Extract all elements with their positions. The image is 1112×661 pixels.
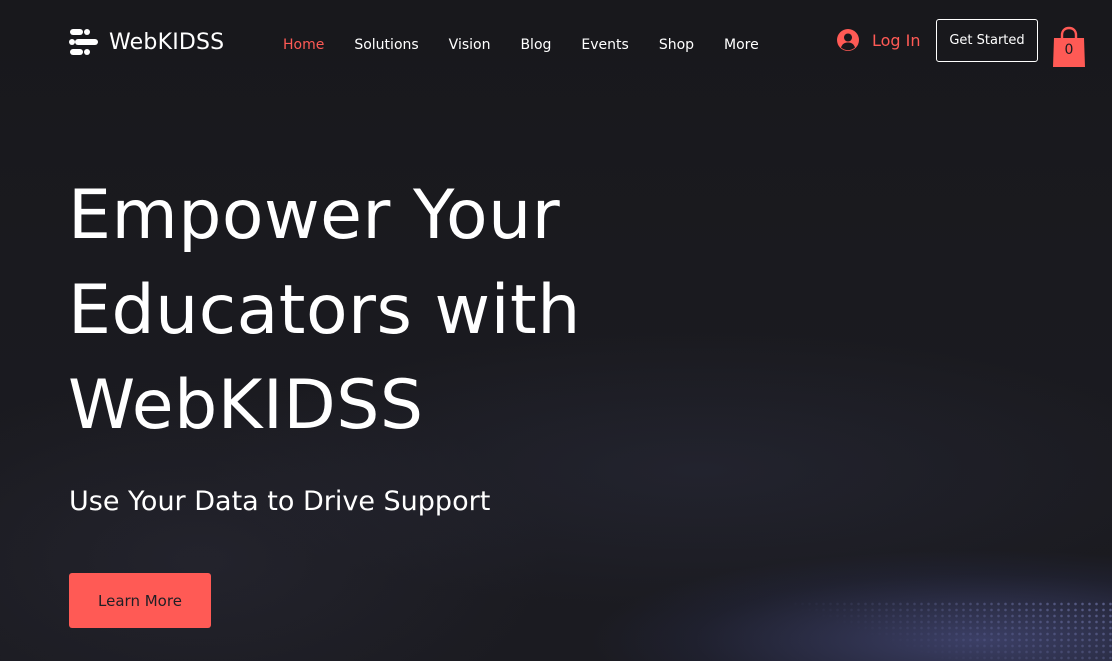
nav-item-vision[interactable]: Vision <box>449 36 491 54</box>
cart-count: 0 <box>1064 42 1074 58</box>
hero-title-line: Educators with <box>68 271 581 350</box>
learn-more-button[interactable]: Learn More <box>69 573 211 628</box>
hero-title-line: Empower Your <box>68 176 561 255</box>
nav-item-shop[interactable]: Shop <box>659 36 694 54</box>
get-started-button[interactable]: Get Started <box>936 19 1038 62</box>
nav-item-blog[interactable]: Blog <box>520 36 551 54</box>
brand-name: WebKIDSS <box>109 29 225 55</box>
hero-title-line: WebKIDSS <box>68 366 424 445</box>
cart-button[interactable]: 0 <box>1052 26 1086 68</box>
hero-subtitle: Use Your Data to Drive Support <box>69 486 491 517</box>
site-header: WebKIDSS Home Solutions Vision Blog Even… <box>0 0 1112 86</box>
nav-item-events[interactable]: Events <box>581 36 628 54</box>
nav-item-home[interactable]: Home <box>283 36 324 54</box>
background-particles <box>792 601 1112 661</box>
login-button[interactable]: Log In <box>836 28 921 52</box>
user-avatar-icon <box>836 28 860 52</box>
login-label: Log In <box>872 30 921 50</box>
webkidss-logo-icon <box>68 27 100 57</box>
nav-item-more[interactable]: More <box>724 36 759 54</box>
brand-logo[interactable]: WebKIDSS <box>68 27 224 57</box>
nav-item-solutions[interactable]: Solutions <box>354 36 418 54</box>
hero-title: Empower Your Educators with WebKIDSS <box>68 168 768 453</box>
main-nav: Home Solutions Vision Blog Events Shop M… <box>283 36 789 54</box>
